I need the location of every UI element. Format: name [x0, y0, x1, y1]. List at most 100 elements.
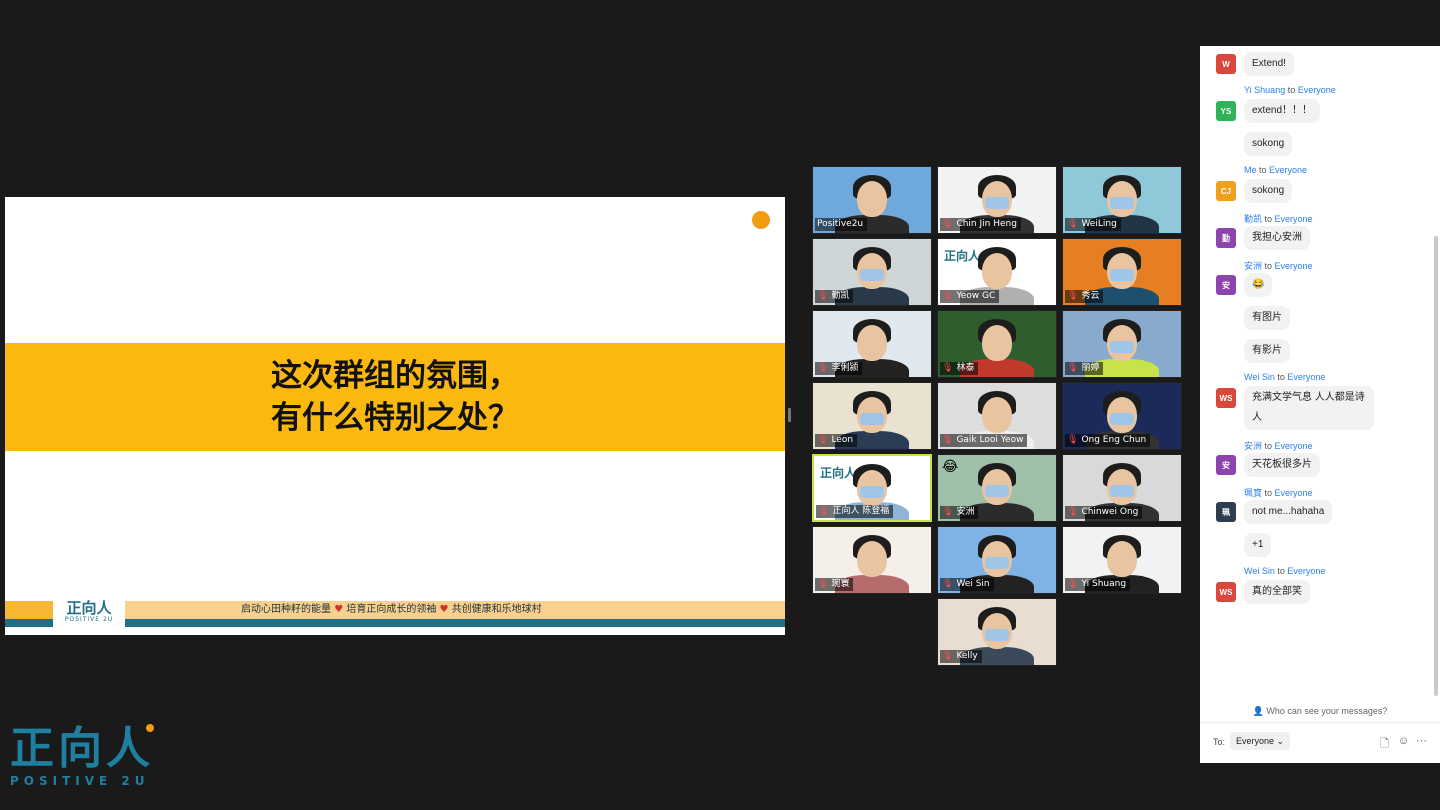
face-mask	[860, 486, 884, 498]
question-band: 这次群组的氛围， 有什么特别之处？	[5, 343, 785, 451]
participant-name-label: 🎙︎ 秀云	[1065, 290, 1104, 303]
person-icon: 👤	[1252, 706, 1264, 716]
participant-name: 李俐颍	[831, 363, 859, 373]
face-mask	[860, 269, 884, 281]
participant-tile[interactable]: 🎙︎ Leon	[812, 382, 932, 450]
participant-tile[interactable]: 正向人 🎙︎ Yeow GC	[937, 238, 1057, 306]
to-word: to	[1274, 372, 1288, 382]
participant-tile[interactable]: 🎙︎ 秀云	[1062, 238, 1182, 306]
chat-bubble: Extend!	[1244, 52, 1294, 76]
participant-name-label: 🎙︎ Leon	[815, 434, 858, 447]
avatar: 安	[1216, 455, 1236, 475]
face-mask	[1110, 485, 1134, 497]
avatar: 珮	[1216, 502, 1236, 522]
participant-name: Gaik Looi Yeow	[956, 435, 1024, 445]
chat-message-header: Me to Everyone	[1244, 165, 1307, 175]
to-word: to	[1262, 488, 1275, 498]
participant-tile[interactable]: 😂 🎙︎ 安洲	[937, 454, 1057, 522]
participant-tile[interactable]: 正向人 🎙︎ 正向人 陈登福	[812, 454, 932, 522]
sender-name[interactable]: Wei Sin	[1244, 372, 1275, 382]
participant-name-label: 🎙︎ Gaik Looi Yeow	[940, 434, 1028, 447]
avatar: 勤	[1216, 228, 1236, 248]
slogan-1: 启动心田种籽的能量	[241, 604, 331, 615]
sender-name[interactable]: 安洲	[1244, 441, 1262, 451]
participant-name: 丽婷	[1081, 363, 1100, 373]
participant-tile[interactable]: 🎙︎ Wei Sin	[937, 526, 1057, 594]
more-icon[interactable]: ···	[1416, 735, 1427, 747]
participant-name-label: 🎙︎ 李俐颍	[815, 362, 863, 375]
chat-message-header: 安洲 to Everyone	[1244, 439, 1313, 452]
participant-name-label: 🎙︎ 勤凯	[815, 290, 854, 303]
participant-tile[interactable]: 🎙︎ 琬寰	[812, 526, 932, 594]
avatar: WS	[1216, 582, 1236, 602]
chat-message-list[interactable]: W Extend! Yi Shuang to Everyone YS extend！！！…	[1200, 46, 1432, 701]
participant-tile[interactable]: 🎙︎ Gaik Looi Yeow	[937, 382, 1057, 450]
mic-muted-icon: 🎙︎	[942, 291, 954, 301]
mic-muted-icon: 🎙︎	[942, 363, 954, 373]
recipient-value: Everyone	[1236, 736, 1275, 746]
face-mask	[985, 629, 1009, 641]
mic-muted-icon: 🎙︎	[942, 579, 954, 589]
participant-tile[interactable]: 🎙︎ 林泰	[937, 310, 1057, 378]
face-mask	[1110, 269, 1134, 281]
slide-footer: 正向人 POSITIVE 2U 启动心田种籽的能量 ♥ 培育正向成长的领袖 ♥ …	[5, 595, 785, 627]
sender-name[interactable]: 珮寶	[1244, 488, 1262, 498]
file-icon[interactable]: 🗋	[1380, 735, 1389, 754]
positive2u-logo: 正向人	[820, 466, 857, 480]
participant-name: 勤凯	[831, 291, 850, 301]
participant-name-label: 🎙︎ Kelly	[940, 650, 982, 663]
emoji-icon[interactable]: ☺	[1398, 735, 1409, 747]
chat-message-header: 勤凯 to Everyone	[1244, 212, 1313, 225]
reaction-emoji: 😂	[942, 459, 959, 475]
participant-name-label: 🎙︎ Chin Jin Heng	[940, 218, 1021, 231]
participant-tile[interactable]: 🎙︎ WeiLing	[1062, 166, 1182, 234]
sender-name[interactable]: 勤凯	[1244, 214, 1262, 224]
positive2u-logo: 正向人	[944, 249, 981, 263]
question-line-1: 这次群组的氛围，	[271, 358, 519, 394]
participant-tile[interactable]: 🎙︎ Ong Eng Chun	[1062, 382, 1182, 450]
participant-tile[interactable]: 🎙︎ Chinwei Ong	[1062, 454, 1182, 522]
participant-name-label: 🎙︎ 林泰	[940, 362, 979, 375]
participant-name: 林泰	[956, 363, 975, 373]
zoom-meeting-window: 这次群组的氛围， 有什么特别之处？ 正向人 POSITIVE 2U 启动心田种籽…	[0, 0, 1440, 810]
mic-muted-icon: 🎙︎	[1067, 507, 1079, 517]
chat-scrollbar[interactable]	[1434, 236, 1438, 696]
participant-name-label: 🎙︎ Yi Shuang	[1065, 578, 1131, 591]
chat-bubble: 真的全部笑	[1244, 580, 1310, 604]
chat-bubble: 😂	[1244, 273, 1273, 297]
participant-face	[857, 541, 887, 577]
participant-name-label: 🎙︎ Yeow GC	[940, 290, 1000, 303]
mic-muted-icon: 🎙︎	[817, 579, 829, 589]
question-line-2: 有什么特别之处？	[271, 400, 519, 436]
participant-name: Yeow GC	[956, 291, 996, 301]
mic-muted-icon: 🎙︎	[1067, 219, 1079, 229]
participant-tile[interactable]: 🎙︎ Kelly	[937, 598, 1057, 666]
heart-icon: ♥	[439, 604, 449, 615]
participant-tile[interactable]: 🎙︎ 丽婷	[1062, 310, 1182, 378]
to-word: to	[1274, 566, 1288, 576]
to-word: to	[1262, 441, 1275, 451]
participant-tile[interactable]: 🎙︎ 勤凯	[812, 238, 932, 306]
sender-name[interactable]: 安洲	[1244, 261, 1262, 271]
orange-dot	[752, 211, 770, 229]
participant-tile[interactable]: 🎙︎ Chin Jin Heng	[937, 166, 1057, 234]
participant-tile[interactable]: 🎙︎ Yi Shuang	[1062, 526, 1182, 594]
sender-name[interactable]: Yi Shuang	[1244, 85, 1285, 95]
sender-name[interactable]: Wei Sin	[1244, 566, 1275, 576]
participant-tile[interactable]: 🎙︎ 李俐颍	[812, 310, 932, 378]
chat-message-header: 安洲 to Everyone	[1244, 259, 1313, 272]
recipient-name: Everyone	[1297, 85, 1336, 95]
participant-name-label: 🎙︎ 安洲	[940, 506, 979, 519]
splitter-handle[interactable]	[788, 408, 791, 422]
sender-name[interactable]: Me	[1244, 165, 1257, 175]
recipient-name: Everyone	[1274, 441, 1313, 451]
recipient-select[interactable]: Everyone ⌄	[1230, 732, 1291, 750]
participant-tile[interactable]: Positive2u	[812, 166, 932, 234]
brand-logo: 正向人 POSITIVE 2U	[10, 724, 170, 796]
face-mask	[985, 197, 1009, 209]
participant-name-label: 🎙︎ 丽婷	[1065, 362, 1104, 375]
mic-muted-icon: 🎙︎	[942, 219, 954, 229]
chat-bubble: not me...hahaha	[1244, 500, 1333, 524]
privacy-link[interactable]: 👤 Who can see your messages?	[1200, 706, 1440, 717]
mic-muted-icon: 🎙︎	[942, 651, 954, 661]
